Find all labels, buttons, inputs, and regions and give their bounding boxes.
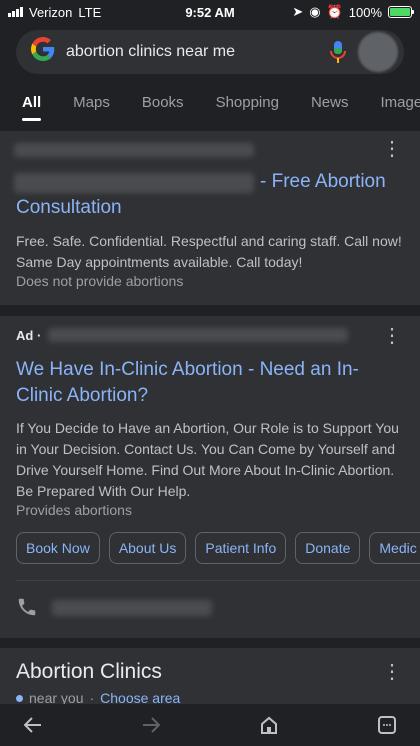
lock-rotation-icon: ◉ xyxy=(309,4,321,19)
more-options-icon[interactable]: ⋮ xyxy=(382,326,402,346)
network-type: LTE xyxy=(78,4,102,20)
chip-donate[interactable]: Donate xyxy=(295,532,361,564)
microphone-icon[interactable] xyxy=(328,40,348,64)
signal-strength-icon xyxy=(8,7,23,17)
section-heading: Abortion Clinics xyxy=(16,660,162,683)
chip-about-us[interactable]: About Us xyxy=(108,532,187,564)
result-note: Does not provide abortions xyxy=(16,273,184,289)
search-bar[interactable]: abortion clinics near me xyxy=(16,30,404,74)
tabs-menu-icon[interactable] xyxy=(376,714,398,736)
tab-images[interactable]: Images xyxy=(380,88,420,111)
chip-patient-info[interactable]: Patient Info xyxy=(195,532,287,564)
tab-all[interactable]: All xyxy=(22,88,42,121)
ad-result-card: Ad · ⋮ We Have In-Clinic Abortion - Need… xyxy=(0,316,420,638)
location-icon: ➤ xyxy=(292,4,304,19)
account-avatar[interactable] xyxy=(358,32,398,72)
tab-maps[interactable]: Maps xyxy=(73,88,110,111)
redacted-url xyxy=(14,143,254,157)
chip-medic[interactable]: Medic xyxy=(369,532,420,564)
result-title-suffix[interactable]: - Free Abortion xyxy=(260,169,386,195)
ad-title[interactable]: We Have In-Clinic Abortion - Need an In-… xyxy=(16,357,396,409)
tab-shopping[interactable]: Shopping xyxy=(216,88,279,111)
ad-description: If You Decide to Have an Abortion, Our R… xyxy=(16,420,399,499)
google-logo-icon xyxy=(30,36,56,68)
status-bar: Verizon LTE 9:52 AM ➤ ◉ ⏰ 100% xyxy=(0,0,420,24)
redacted-title-prefix xyxy=(14,173,254,193)
result-title[interactable]: Consultation xyxy=(16,195,122,221)
ad-note: Provides abortions xyxy=(16,502,132,518)
tab-news[interactable]: News xyxy=(311,88,349,111)
back-arrow-icon[interactable] xyxy=(22,714,44,736)
tab-books[interactable]: Books xyxy=(142,88,184,111)
home-icon[interactable] xyxy=(258,714,280,736)
carrier-name: Verizon xyxy=(29,4,73,20)
divider xyxy=(16,580,420,581)
browser-toolbar xyxy=(0,704,420,746)
more-options-icon[interactable]: ⋮ xyxy=(382,139,402,159)
search-input[interactable]: abortion clinics near me xyxy=(66,43,328,61)
location-dot-icon xyxy=(16,694,23,702)
battery-percent: 100% xyxy=(348,4,382,20)
forward-arrow-icon[interactable] xyxy=(140,714,162,736)
alarm-icon: ⏰ xyxy=(326,4,343,19)
redacted-phone-number xyxy=(52,600,212,616)
ad-label: Ad · xyxy=(16,328,42,343)
phone-icon[interactable] xyxy=(16,596,40,620)
sitelink-chips: Book Now About Us Patient Info Donate Me… xyxy=(16,532,420,564)
result-description: Free. Safe. Confidential. Respectful and… xyxy=(16,233,402,270)
search-result-card: ⋮ - Free Abortion Consultation Free. Saf… xyxy=(0,131,420,305)
more-options-icon[interactable]: ⋮ xyxy=(382,662,402,682)
battery-icon xyxy=(388,6,414,18)
chip-book-now[interactable]: Book Now xyxy=(16,532,100,564)
redacted-ad-url xyxy=(48,328,348,342)
local-results-card: Abortion Clinics ⋮ near you · Choose are… xyxy=(0,648,420,706)
search-tabs: All Maps Books Shopping News Images xyxy=(0,88,420,124)
